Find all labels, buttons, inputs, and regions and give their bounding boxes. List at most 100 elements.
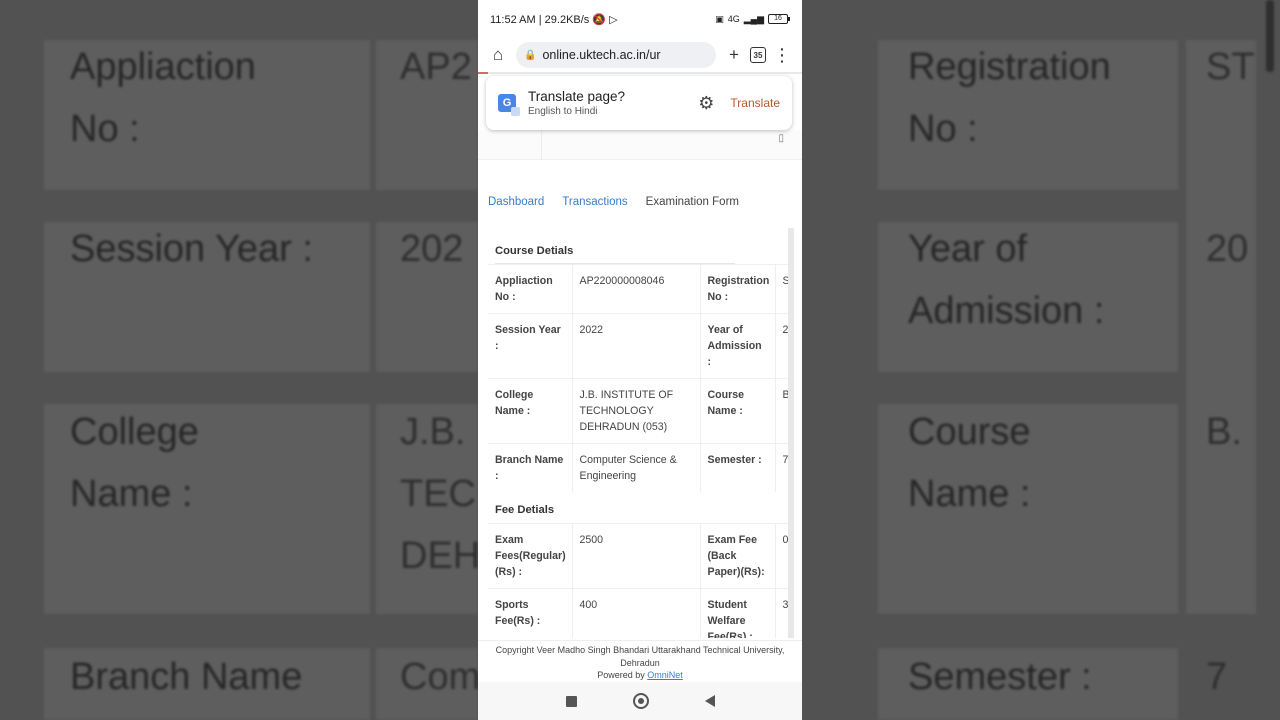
page-header-band: ▯ xyxy=(478,130,802,160)
placeholder-glyph: ▯ xyxy=(778,133,784,144)
field-label: Sports Fee(Rs) : xyxy=(488,588,572,638)
table-row: Sports Fee(Rs) :400 Student Welfare Fee(R… xyxy=(488,588,794,638)
recents-icon[interactable] xyxy=(565,695,577,707)
bg-label: Registration xyxy=(908,46,1111,88)
status-speed: 29.2KB/s xyxy=(544,13,590,26)
field-value: Computer Science & Engineering xyxy=(571,443,701,492)
fee-details-table: Exam Fees(Regular)(Rs) :2500 Exam Fee (Ba… xyxy=(488,523,794,638)
battery-icon: 16 xyxy=(768,14,790,24)
field-label: Exam Fee (Back Paper)(Rs): xyxy=(700,523,775,589)
status-time: 11:52 AM xyxy=(490,13,536,26)
bg-label: No : xyxy=(70,108,140,150)
background-left: Appliaction No : Session Year : College … xyxy=(0,0,478,720)
signal-icon: ▂▄▆ xyxy=(743,13,764,24)
table-row: Branch Name : Computer Science & Engineer… xyxy=(488,443,794,492)
screen: Appliaction No : Session Year : College … xyxy=(0,0,1280,720)
bg-value: J.B. I xyxy=(400,411,478,453)
bell-off-icon: 🔕 xyxy=(592,13,607,26)
field-label: Course Name : xyxy=(700,378,775,444)
bg-label: Admission : xyxy=(908,290,1105,332)
bg-scrollbar xyxy=(1266,0,1274,72)
top-nav: Dashboard Transactions Examination Form xyxy=(488,196,739,208)
menu-dots-icon[interactable]: ⋮ xyxy=(770,43,794,67)
google-translate-icon: G xyxy=(498,94,520,116)
bg-label: Branch Name xyxy=(70,656,303,698)
course-title-text: Course Detials xyxy=(495,245,574,257)
bg-label: Name : xyxy=(70,473,193,515)
translate-subtitle: English to Hindi xyxy=(528,106,598,117)
field-value: J.B. INSTITUTE OF TECHNOLOGY DEHRADUN (0… xyxy=(571,378,701,444)
bg-value: B. xyxy=(1206,411,1242,453)
bg-value: 7 xyxy=(1206,656,1228,698)
bg-label: No : xyxy=(908,108,978,150)
url-text: online.uktech.ac.in/ur xyxy=(542,48,661,62)
field-value: AP220000008046 xyxy=(571,264,701,314)
bg-label: Appliaction xyxy=(70,46,256,88)
nav-transactions[interactable]: Transactions xyxy=(562,196,627,208)
field-label: Appliaction No : xyxy=(488,264,572,314)
bg-label: Semester : xyxy=(908,656,1092,698)
tab-switcher-button[interactable]: 35 xyxy=(746,43,770,67)
new-tab-icon[interactable]: + xyxy=(722,43,746,67)
translate-button[interactable]: Translate xyxy=(730,96,780,110)
field-label: Registration No : xyxy=(700,264,775,314)
android-nav-bar xyxy=(478,682,802,720)
status-left: 11:52 AM | 29.2KB/s 🔕 ▷ xyxy=(490,13,618,26)
main-content: Course Detials Appliaction No : AP2200000… xyxy=(488,228,794,638)
tab-count: 35 xyxy=(750,47,766,63)
phone-screen: 11:52 AM | 29.2KB/s 🔕 ▷ ▣ 4G ▂▄▆ 16 ⌂ 🔒 … xyxy=(478,0,802,720)
bg-value: 20 xyxy=(1206,228,1249,270)
field-value: 2022 xyxy=(571,313,701,379)
address-bar[interactable]: 🔒 online.uktech.ac.in/ur xyxy=(516,42,716,68)
translate-popup: G Translate page? English to Hindi ⚙ Tra… xyxy=(486,76,792,130)
table-row: Session Year :2022Year of Admission :20 xyxy=(488,313,794,379)
back-icon[interactable] xyxy=(704,695,715,707)
nav-examination-form[interactable]: Examination Form xyxy=(646,196,739,208)
omninet-link[interactable]: OmniNet xyxy=(647,670,683,680)
bg-label: Session Year : xyxy=(70,228,313,270)
course-section-title: Course Detials xyxy=(488,228,794,264)
field-label: Year of Admission : xyxy=(700,313,775,379)
bg-value: AP2 xyxy=(400,46,472,88)
translate-text: Translate page? English to Hindi xyxy=(528,89,698,117)
bg-label: Course xyxy=(908,411,1031,453)
fee-title-text: Fee Detials xyxy=(495,504,555,516)
bg-value: 202 xyxy=(400,228,464,270)
nav-dashboard[interactable]: Dashboard xyxy=(488,196,544,208)
play-icon: ▷ xyxy=(609,13,618,26)
field-label: Session Year : xyxy=(488,313,572,379)
bg-value: ST xyxy=(1206,46,1255,88)
bg-value: Com xyxy=(400,656,478,698)
scroll-track[interactable] xyxy=(788,228,794,638)
network-label: 4G xyxy=(727,14,740,24)
status-bar: 11:52 AM | 29.2KB/s 🔕 ▷ ▣ 4G ▂▄▆ 16 xyxy=(478,0,802,38)
page-footer: Copyright Veer Madho Singh Bhandari Utta… xyxy=(478,640,802,682)
fee-section-title: Fee Detials xyxy=(488,492,794,523)
sim-icon: ▣ xyxy=(715,13,724,24)
home-nav-icon[interactable] xyxy=(632,693,649,709)
bg-label: Year of xyxy=(908,228,1028,270)
bg-label: Name : xyxy=(908,473,1031,515)
browser-toolbar: ⌂ 🔒 online.uktech.ac.in/ur + 35 ⋮ xyxy=(478,38,802,72)
bg-value: DEH xyxy=(400,535,478,577)
table-row: Exam Fees(Regular)(Rs) :2500 Exam Fee (Ba… xyxy=(488,523,794,589)
table-row: College Name : J.B. INSTITUTE OF TECHNOLO… xyxy=(488,378,794,444)
footer-powered: Powered by OmniNet xyxy=(597,670,683,680)
course-details-table: Appliaction No : AP220000008046 Registrati… xyxy=(488,264,794,492)
status-right: ▣ 4G ▂▄▆ 16 xyxy=(715,13,790,25)
field-label: College Name : xyxy=(488,378,572,444)
bg-label: College xyxy=(70,411,199,453)
footer-copyright: Copyright Veer Madho Singh Bhandari Utta… xyxy=(495,645,785,668)
field-label: Exam Fees(Regular)(Rs) : xyxy=(488,523,572,589)
field-value: 400 xyxy=(571,588,701,638)
translate-title: Translate page? xyxy=(528,89,626,104)
background-right: Registration No : Year of Admission : Co… xyxy=(802,0,1280,720)
home-icon[interactable]: ⌂ xyxy=(486,43,510,67)
lock-icon: 🔒 xyxy=(524,49,537,61)
field-label: Student Welfare Fee(Rs) : xyxy=(700,588,775,638)
table-row: Appliaction No : AP220000008046 Registrati… xyxy=(488,264,794,314)
field-label: Branch Name : xyxy=(488,443,572,492)
gear-icon[interactable]: ⚙ xyxy=(698,93,714,114)
field-value: 2500 xyxy=(571,523,701,589)
bg-value: TEC xyxy=(400,473,476,515)
